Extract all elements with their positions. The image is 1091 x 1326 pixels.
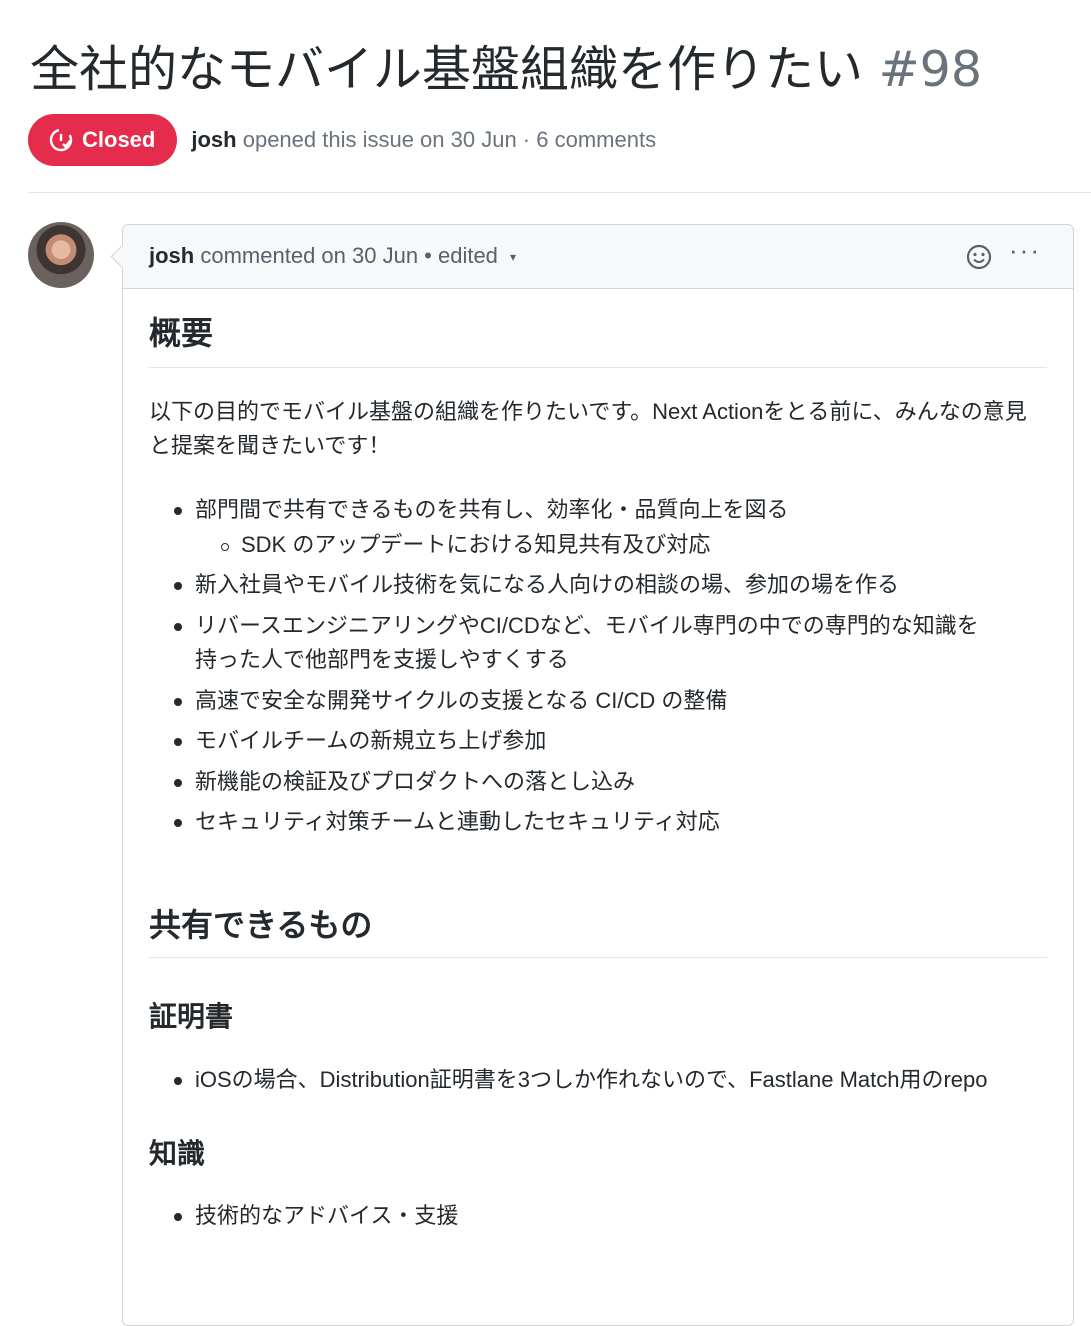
- status-label: Closed: [82, 127, 156, 152]
- list-item-text: 持った人で他部門を支援しやすくする: [195, 647, 569, 672]
- heading-shareable: 共有できるもの: [149, 907, 373, 943]
- heading-rule: [149, 957, 1047, 958]
- list-item: モバイルチームの新規立ち上げ参加: [173, 724, 546, 758]
- heading-certificates: 証明書: [149, 1001, 234, 1032]
- comment-author-link[interactable]: josh: [149, 243, 194, 268]
- list-item: リバースエンジニアリングやCI/CDなど、モバイル専門の中での専門的な知識を: [174, 609, 979, 643]
- list-item: 技術的なアドバイス・支援: [173, 1199, 458, 1233]
- issue-author-link[interactable]: josh: [191, 127, 236, 152]
- issue-meta-rest: opened this issue on 30 Jun · 6 comments: [242, 127, 657, 152]
- more-options-icon[interactable]: ···: [1009, 235, 1041, 266]
- heading-overview: 概要: [149, 315, 214, 351]
- issue-number: #98: [878, 41, 983, 98]
- status-badge: Closed: [28, 114, 178, 166]
- edited-dropdown-icon[interactable]: ▾: [510, 250, 516, 264]
- heading-rule: [149, 367, 1047, 368]
- heading-knowledge: 知識: [149, 1138, 206, 1169]
- issue-title-text: 全社的なモバイル基盤組織を作りたい: [30, 41, 864, 98]
- intro-paragraph: 以下の目的でモバイル基盤の組織を作りたいです。Next Actionをとる前に、…: [149, 399, 1027, 458]
- issue-closed-icon: [49, 128, 73, 152]
- comment-meta: josh commented on 30 Jun • edited ▾: [149, 243, 516, 269]
- list-item: 高速で安全な開発サイクルの支援となる CI/CD の整備: [173, 684, 727, 718]
- comment-box: josh commented on 30 Jun • edited ▾ ··· …: [122, 224, 1074, 1326]
- list-item: 新機能の検証及びプロダクトへの落とし込み: [173, 765, 635, 799]
- issue-title: 全社的なモバイル基盤組織を作りたい #98: [30, 38, 982, 102]
- comment-header: josh commented on 30 Jun • edited ▾ ···: [123, 225, 1073, 289]
- list-item: セキュリティ対策チームと連動したセキュリティ対応: [174, 805, 720, 839]
- list-item-continuation: 持った人で他部門を支援しやすくする: [195, 643, 569, 677]
- list-item: 部門間で共有できるものを共有し、効率化・品質向上を図る: [174, 493, 789, 527]
- smiley-reaction-icon[interactable]: [965, 243, 993, 271]
- issue-meta: Closed josh opened this issue on 30 Jun …: [28, 114, 656, 166]
- list-item: SDK のアップデートにおける知見共有及び対応: [220, 528, 710, 562]
- divider: [28, 192, 1091, 193]
- list-item: 新入社員やモバイル技術を気になる人向けの相談の場、参加の場を作る: [173, 568, 899, 602]
- avatar[interactable]: [28, 222, 94, 288]
- list-item: iOSの場合、Distribution証明書を3つしか作れないので、Fastla…: [174, 1063, 988, 1097]
- issue-meta-text: josh opened this issue on 30 Jun · 6 com…: [191, 127, 656, 153]
- comment-meta-text: commented on 30 Jun • edited: [200, 243, 498, 268]
